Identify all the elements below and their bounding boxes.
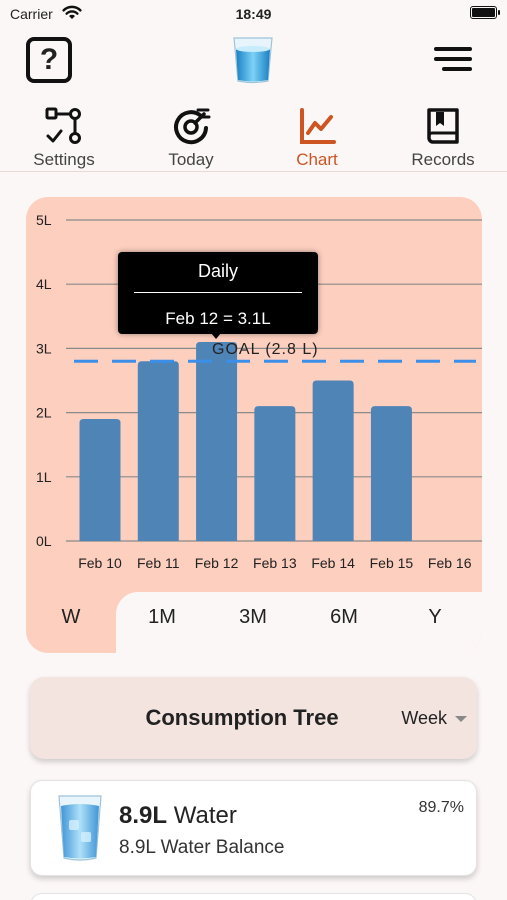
y-tick-label: 1L: [36, 469, 52, 485]
tab-chart-label: Chart: [296, 150, 338, 169]
y-tick-label: 5L: [36, 212, 52, 228]
book-icon: [427, 108, 459, 144]
water-entry-card[interactable]: 8.9L Water 89.7% 8.9L Water Balance: [30, 780, 477, 876]
y-tick-label: 0L: [36, 533, 52, 549]
consumption-tree-title: Consumption Tree: [145, 705, 339, 730]
chart-bar[interactable]: [79, 419, 121, 541]
today-gauge-icon: [174, 108, 211, 145]
range-year-button[interactable]: Y: [395, 592, 475, 642]
water-amount-value: 8.9L: [119, 802, 168, 829]
next-entry-card[interactable]: [30, 893, 477, 900]
range-selector: W 1M 3M 6M Y: [26, 592, 482, 653]
tab-records-label: Records: [411, 150, 475, 169]
tab-settings-label: Settings: [33, 150, 95, 169]
menu-icon: [434, 47, 472, 71]
caret-down-icon: [455, 716, 467, 723]
water-glass-icon: [58, 795, 102, 861]
range-6m-button[interactable]: 6M: [304, 592, 384, 642]
chart-bar[interactable]: [370, 406, 412, 541]
water-amount: 8.9L Water: [119, 802, 237, 830]
range-week-button[interactable]: W: [31, 592, 111, 642]
chart-line-icon: [300, 108, 336, 144]
tab-chart[interactable]: Chart: [262, 104, 372, 172]
tab-records[interactable]: Records: [388, 104, 498, 172]
tab-today[interactable]: Today: [136, 104, 246, 172]
tooltip-title: Daily: [197, 261, 238, 281]
chart-bar[interactable]: [254, 406, 296, 541]
tab-today-label: Today: [168, 150, 214, 169]
water-balance-label: Water Balance: [160, 837, 285, 858]
tooltip-value: Feb 12 = 3.1L: [165, 309, 271, 328]
x-tick-label: Feb 14: [311, 555, 355, 571]
flow-settings-icon: [45, 107, 81, 144]
tab-settings[interactable]: Settings: [9, 104, 119, 172]
chart-bar[interactable]: [312, 380, 354, 542]
x-tick-label: Feb 15: [370, 555, 414, 571]
y-tick-label: 4L: [36, 276, 52, 292]
range-1m-button[interactable]: 1M: [122, 592, 202, 642]
period-value: Week: [401, 708, 447, 728]
tab-bar: Settings Today Chart Records: [0, 104, 507, 172]
x-tick-label: Feb 10: [78, 555, 122, 571]
water-percent: 89.7%: [418, 799, 464, 816]
period-dropdown[interactable]: Week: [401, 708, 467, 729]
x-tick-label: Feb 11: [137, 555, 180, 571]
goal-label: GOAL (2.8 L): [212, 341, 319, 358]
water-balance-amount: 8.9L: [119, 837, 156, 858]
water-name: Water: [173, 802, 237, 829]
x-tick-label: Feb 16: [428, 555, 472, 571]
y-tick-label: 2L: [36, 405, 52, 421]
tooltip-pointer: [211, 333, 221, 339]
range-3m-button[interactable]: 3M: [213, 592, 293, 642]
water-glass-icon: [233, 37, 273, 84]
help-button[interactable]: ?: [26, 37, 72, 83]
status-bar: Carrier 18:49: [0, 0, 507, 30]
chart-tooltip: Daily Feb 12 = 3.1L: [118, 252, 318, 334]
menu-button[interactable]: [434, 46, 472, 72]
tooltip-divider: [134, 292, 302, 293]
battery-icon: [470, 6, 500, 19]
x-tick-label: Feb 13: [253, 555, 297, 571]
chart-bar[interactable]: [137, 361, 179, 541]
status-time: 18:49: [235, 6, 272, 22]
question-icon: ?: [39, 43, 59, 76]
y-tick-label: 3L: [36, 340, 52, 356]
consumption-tree-card: Consumption Tree Week: [30, 677, 477, 759]
x-tick-label: Feb 12: [195, 555, 239, 571]
water-balance: 8.9L Water Balance: [119, 837, 284, 859]
chart-bar[interactable]: [196, 341, 238, 541]
